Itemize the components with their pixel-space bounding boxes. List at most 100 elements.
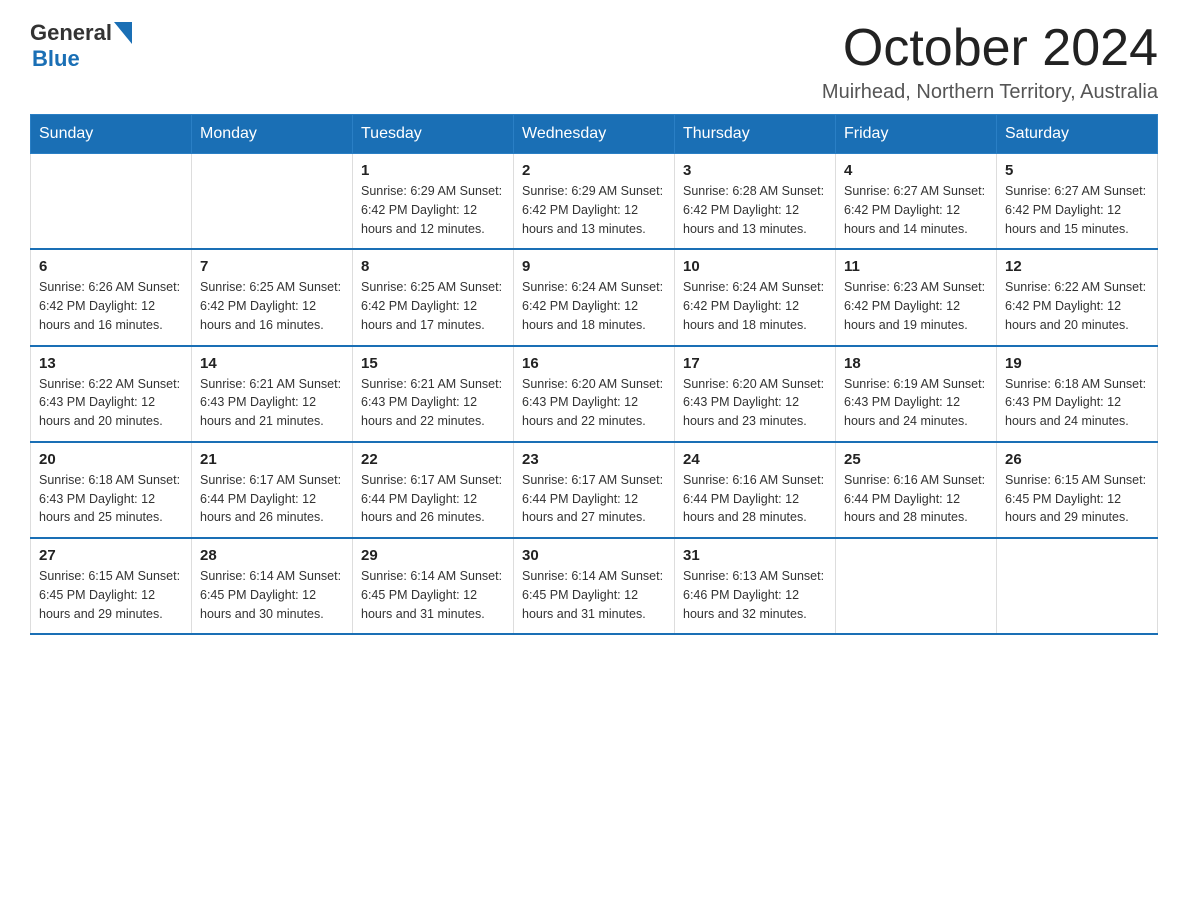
calendar-cell: 8 Sunrise: 6:25 AM Sunset: 6:42 PM Daylig… bbox=[353, 249, 514, 345]
day-number: 30 bbox=[522, 547, 666, 564]
calendar-cell: 4Sunrise: 6:27 AM Sunset: 6:42 PM Daylig… bbox=[836, 154, 997, 250]
calendar-week-row: 13 Sunrise: 6:22 AM Sunset: 6:43 PM Dayli… bbox=[31, 346, 1158, 442]
calendar-week-row: 27 Sunrise: 6:15 AM Sunset: 6:45 PM Dayli… bbox=[31, 538, 1158, 634]
day-detail: Sunrise: 6:17 AM Sunset: 6:44 PM Dayligh… bbox=[361, 471, 505, 527]
calendar-week-row: 6Sunrise: 6:26 AM Sunset: 6:42 PM Daylig… bbox=[31, 249, 1158, 345]
logo-triangle-icon bbox=[114, 22, 132, 44]
day-number: 13 bbox=[39, 355, 183, 372]
calendar-cell: 29Sunrise: 6:14 AM Sunset: 6:45 PM Dayli… bbox=[353, 538, 514, 634]
calendar-cell: 22 Sunrise: 6:17 AM Sunset: 6:44 PM Dayli… bbox=[353, 442, 514, 538]
day-header-tuesday: Tuesday bbox=[353, 115, 514, 154]
calendar-cell: 26Sunrise: 6:15 AM Sunset: 6:45 PM Dayli… bbox=[997, 442, 1158, 538]
day-header-thursday: Thursday bbox=[675, 115, 836, 154]
day-number: 11 bbox=[844, 258, 988, 275]
calendar-cell: 12 Sunrise: 6:22 AM Sunset: 6:42 PM Dayli… bbox=[997, 249, 1158, 345]
calendar-cell: 9 Sunrise: 6:24 AM Sunset: 6:42 PM Daylig… bbox=[514, 249, 675, 345]
day-detail: Sunrise: 6:29 AM Sunset: 6:42 PM Dayligh… bbox=[522, 182, 666, 238]
title-area: October 2024 Muirhead, Northern Territor… bbox=[822, 20, 1158, 104]
day-number: 22 bbox=[361, 451, 505, 468]
day-detail: Sunrise: 6:14 AM Sunset: 6:45 PM Dayligh… bbox=[200, 567, 344, 623]
calendar-cell: 7 Sunrise: 6:25 AM Sunset: 6:42 PM Daylig… bbox=[192, 249, 353, 345]
calendar-header-row: SundayMondayTuesdayWednesdayThursdayFrid… bbox=[31, 115, 1158, 154]
day-detail: Sunrise: 6:25 AM Sunset: 6:42 PM Dayligh… bbox=[361, 278, 505, 334]
day-detail: Sunrise: 6:27 AM Sunset: 6:42 PM Dayligh… bbox=[1005, 182, 1149, 238]
day-detail: Sunrise: 6:13 AM Sunset: 6:46 PM Dayligh… bbox=[683, 567, 827, 623]
calendar-cell: 30 Sunrise: 6:14 AM Sunset: 6:45 PM Dayli… bbox=[514, 538, 675, 634]
day-detail: Sunrise: 6:15 AM Sunset: 6:45 PM Dayligh… bbox=[39, 567, 183, 623]
day-header-sunday: Sunday bbox=[31, 115, 192, 154]
day-detail: Sunrise: 6:24 AM Sunset: 6:42 PM Dayligh… bbox=[522, 278, 666, 334]
day-number: 29 bbox=[361, 547, 505, 564]
calendar-cell: 21Sunrise: 6:17 AM Sunset: 6:44 PM Dayli… bbox=[192, 442, 353, 538]
day-detail: Sunrise: 6:22 AM Sunset: 6:43 PM Dayligh… bbox=[39, 375, 183, 431]
day-number: 17 bbox=[683, 355, 827, 372]
day-detail: Sunrise: 6:16 AM Sunset: 6:44 PM Dayligh… bbox=[844, 471, 988, 527]
day-detail: Sunrise: 6:21 AM Sunset: 6:43 PM Dayligh… bbox=[361, 375, 505, 431]
day-number: 20 bbox=[39, 451, 183, 468]
logo-general-text: General bbox=[30, 20, 112, 46]
calendar-cell: 1 Sunrise: 6:29 AM Sunset: 6:42 PM Daylig… bbox=[353, 154, 514, 250]
calendar-cell: 11 Sunrise: 6:23 AM Sunset: 6:42 PM Dayli… bbox=[836, 249, 997, 345]
day-number: 3 bbox=[683, 162, 827, 179]
calendar-cell: 31 Sunrise: 6:13 AM Sunset: 6:46 PM Dayli… bbox=[675, 538, 836, 634]
day-detail: Sunrise: 6:25 AM Sunset: 6:42 PM Dayligh… bbox=[200, 278, 344, 334]
month-title: October 2024 bbox=[822, 20, 1158, 77]
calendar-cell: 5 Sunrise: 6:27 AM Sunset: 6:42 PM Daylig… bbox=[997, 154, 1158, 250]
day-number: 6 bbox=[39, 258, 183, 275]
calendar-week-row: 20 Sunrise: 6:18 AM Sunset: 6:43 PM Dayli… bbox=[31, 442, 1158, 538]
day-header-wednesday: Wednesday bbox=[514, 115, 675, 154]
day-detail: Sunrise: 6:28 AM Sunset: 6:42 PM Dayligh… bbox=[683, 182, 827, 238]
day-number: 16 bbox=[522, 355, 666, 372]
day-number: 18 bbox=[844, 355, 988, 372]
day-detail: Sunrise: 6:17 AM Sunset: 6:44 PM Dayligh… bbox=[522, 471, 666, 527]
day-number: 26 bbox=[1005, 451, 1149, 468]
calendar-week-row: 1 Sunrise: 6:29 AM Sunset: 6:42 PM Daylig… bbox=[31, 154, 1158, 250]
day-detail: Sunrise: 6:23 AM Sunset: 6:42 PM Dayligh… bbox=[844, 278, 988, 334]
calendar-cell: 14 Sunrise: 6:21 AM Sunset: 6:43 PM Dayli… bbox=[192, 346, 353, 442]
day-detail: Sunrise: 6:20 AM Sunset: 6:43 PM Dayligh… bbox=[522, 375, 666, 431]
calendar-cell: 23 Sunrise: 6:17 AM Sunset: 6:44 PM Dayli… bbox=[514, 442, 675, 538]
calendar-cell bbox=[836, 538, 997, 634]
calendar-cell bbox=[31, 154, 192, 250]
page-header: General Blue October 2024 Muirhead, Nort… bbox=[30, 20, 1158, 104]
day-number: 8 bbox=[361, 258, 505, 275]
day-detail: Sunrise: 6:22 AM Sunset: 6:42 PM Dayligh… bbox=[1005, 278, 1149, 334]
calendar-cell: 20 Sunrise: 6:18 AM Sunset: 6:43 PM Dayli… bbox=[31, 442, 192, 538]
calendar-cell: 15 Sunrise: 6:21 AM Sunset: 6:43 PM Dayli… bbox=[353, 346, 514, 442]
logo-blue-text: Blue bbox=[32, 46, 80, 72]
day-number: 2 bbox=[522, 162, 666, 179]
day-number: 1 bbox=[361, 162, 505, 179]
calendar-cell: 10Sunrise: 6:24 AM Sunset: 6:42 PM Dayli… bbox=[675, 249, 836, 345]
day-detail: Sunrise: 6:17 AM Sunset: 6:44 PM Dayligh… bbox=[200, 471, 344, 527]
day-detail: Sunrise: 6:27 AM Sunset: 6:42 PM Dayligh… bbox=[844, 182, 988, 238]
day-header-saturday: Saturday bbox=[997, 115, 1158, 154]
day-number: 12 bbox=[1005, 258, 1149, 275]
calendar-cell: 13 Sunrise: 6:22 AM Sunset: 6:43 PM Dayli… bbox=[31, 346, 192, 442]
day-number: 24 bbox=[683, 451, 827, 468]
day-number: 27 bbox=[39, 547, 183, 564]
day-number: 9 bbox=[522, 258, 666, 275]
calendar-cell bbox=[192, 154, 353, 250]
logo: General Blue bbox=[30, 20, 132, 72]
day-detail: Sunrise: 6:21 AM Sunset: 6:43 PM Dayligh… bbox=[200, 375, 344, 431]
day-detail: Sunrise: 6:19 AM Sunset: 6:43 PM Dayligh… bbox=[844, 375, 988, 431]
day-detail: Sunrise: 6:29 AM Sunset: 6:42 PM Dayligh… bbox=[361, 182, 505, 238]
calendar-table: SundayMondayTuesdayWednesdayThursdayFrid… bbox=[30, 114, 1158, 635]
day-number: 23 bbox=[522, 451, 666, 468]
day-number: 25 bbox=[844, 451, 988, 468]
day-header-friday: Friday bbox=[836, 115, 997, 154]
calendar-cell: 24Sunrise: 6:16 AM Sunset: 6:44 PM Dayli… bbox=[675, 442, 836, 538]
day-number: 31 bbox=[683, 547, 827, 564]
day-number: 15 bbox=[361, 355, 505, 372]
day-number: 7 bbox=[200, 258, 344, 275]
day-number: 5 bbox=[1005, 162, 1149, 179]
day-number: 19 bbox=[1005, 355, 1149, 372]
day-number: 14 bbox=[200, 355, 344, 372]
location-text: Muirhead, Northern Territory, Australia bbox=[822, 81, 1158, 104]
calendar-cell: 3 Sunrise: 6:28 AM Sunset: 6:42 PM Daylig… bbox=[675, 154, 836, 250]
day-detail: Sunrise: 6:20 AM Sunset: 6:43 PM Dayligh… bbox=[683, 375, 827, 431]
day-detail: Sunrise: 6:14 AM Sunset: 6:45 PM Dayligh… bbox=[522, 567, 666, 623]
day-detail: Sunrise: 6:18 AM Sunset: 6:43 PM Dayligh… bbox=[39, 471, 183, 527]
calendar-cell: 28Sunrise: 6:14 AM Sunset: 6:45 PM Dayli… bbox=[192, 538, 353, 634]
day-number: 10 bbox=[683, 258, 827, 275]
